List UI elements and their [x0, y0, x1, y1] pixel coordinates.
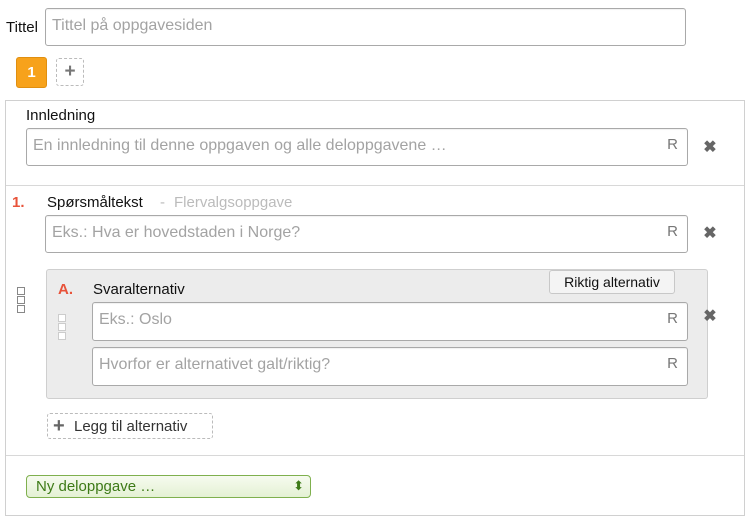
- subtask-number: 1.: [12, 194, 25, 211]
- add-page-button[interactable]: +: [56, 58, 84, 86]
- subtask-label: Spørsmåltekst: [47, 194, 143, 211]
- r-marker[interactable]: R: [667, 355, 678, 372]
- chevron-updown-icon: ⬍: [293, 478, 304, 493]
- title-placeholder: Tittel på oppgavesiden: [52, 17, 213, 34]
- r-marker[interactable]: R: [667, 136, 678, 153]
- close-icon[interactable]: ✖: [703, 140, 717, 156]
- new-subtask-select[interactable]: Ny deloppgave … ⬍: [26, 475, 311, 498]
- question-placeholder: Eks.: Hva er hovedstaden i Norge?: [52, 224, 301, 241]
- title-input[interactable]: Tittel på oppgavesiden: [45, 8, 686, 46]
- page-tab-1[interactable]: 1: [16, 57, 47, 88]
- explanation-placeholder: Hvorfor er alternativet galt/riktig?: [99, 356, 331, 373]
- question-input[interactable]: Eks.: Hva er hovedstaden i Norge? R: [45, 215, 688, 253]
- r-marker[interactable]: R: [667, 223, 678, 240]
- new-subtask-selected: Ny deloppgave …: [36, 478, 156, 495]
- divider: [6, 455, 744, 456]
- subtask-type: Flervalgsoppgave: [174, 194, 293, 211]
- alternative-letter: A.: [58, 281, 73, 298]
- drag-handle-icon[interactable]: [17, 287, 25, 313]
- add-alternative-label: Legg til alternativ: [74, 418, 188, 435]
- divider: [6, 185, 744, 186]
- close-icon[interactable]: ✖: [703, 309, 717, 325]
- drag-handle-icon[interactable]: [58, 314, 66, 340]
- r-marker[interactable]: R: [667, 310, 678, 327]
- intro-placeholder: En innledning til denne oppgaven og alle…: [33, 137, 447, 154]
- answer-input[interactable]: Eks.: Oslo R: [92, 302, 688, 341]
- close-icon[interactable]: ✖: [703, 226, 717, 242]
- intro-input[interactable]: En innledning til denne oppgaven og alle…: [26, 128, 688, 166]
- correct-alternative-button[interactable]: Riktig alternativ: [549, 270, 675, 294]
- subtask-type-separator: -: [160, 194, 165, 211]
- title-label: Tittel: [6, 19, 38, 36]
- plus-icon: +: [53, 415, 65, 437]
- intro-label: Innledning: [26, 107, 96, 124]
- add-alternative-button[interactable]: + Legg til alternativ: [47, 413, 213, 439]
- alternative-label: Svaralternativ: [93, 281, 185, 298]
- answer-placeholder: Eks.: Oslo: [99, 311, 172, 328]
- explanation-input[interactable]: Hvorfor er alternativet galt/riktig? R: [92, 347, 688, 386]
